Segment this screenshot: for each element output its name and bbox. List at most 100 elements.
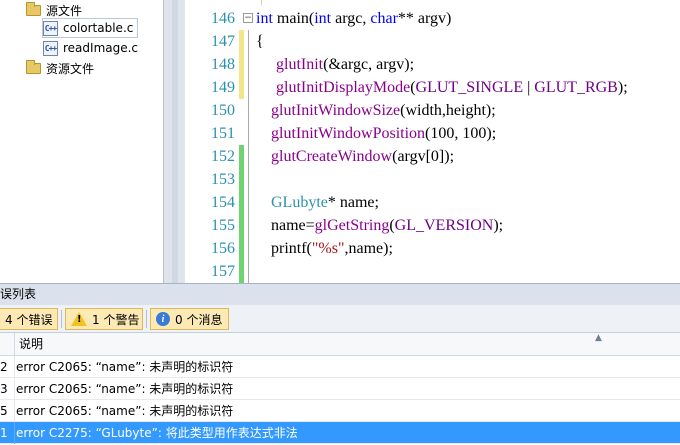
function-name: glutInitWindowPosition (271, 125, 426, 142)
error-list-title[interactable]: 误列表 (0, 283, 680, 305)
c-file-icon: C++ (43, 40, 58, 56)
code-token: name= (271, 217, 315, 234)
change-marker (239, 260, 244, 283)
code-line[interactable]: 148 glutInit(&argc, argv); (185, 53, 680, 76)
macro: GL_VERSION (394, 217, 494, 234)
collapse-toggle-icon[interactable]: − (243, 13, 253, 23)
code-text: glutInit(&argc, argv); (276, 53, 414, 76)
code-line[interactable]: 149 glutInitDisplayMode(GLUT_SINGLE | GL… (185, 76, 680, 99)
error-description: error C2065: “name”: 未声明的标识符 (16, 382, 234, 396)
tree-folder-source-files[interactable]: 源文件 (26, 0, 82, 20)
code-text: glutInitDisplayMode(GLUT_SINGLE | GLUT_R… (276, 76, 628, 99)
line-number: 151 (211, 125, 235, 142)
column-divider (14, 422, 15, 444)
change-marker (239, 168, 244, 191)
errors-filter-label: 4 个错误 (5, 312, 53, 327)
code-token: main( (272, 10, 315, 27)
error-row[interactable]: 2 error C2065: “name”: 未声明的标识符 (0, 356, 680, 378)
line-number: 154 (211, 194, 235, 211)
error-row[interactable]: 3 error C2065: “name”: 未声明的标识符 (0, 378, 680, 400)
code-token: ,name); (344, 240, 393, 257)
line-number: 149 (211, 79, 235, 96)
code-token: argc, (331, 10, 371, 27)
tree-item-label: 源文件 (46, 3, 83, 18)
pane-splitter[interactable] (163, 0, 185, 283)
column-divider (14, 400, 15, 422)
code-text: glutInitWindowPosition(100, 100); (271, 122, 496, 145)
description-column-header[interactable]: 说明 (19, 333, 43, 356)
line-number: 156 (211, 240, 235, 257)
code-line[interactable]: 156 printf("%s",name); (185, 237, 680, 260)
macro: GLUT_RGB (534, 79, 618, 96)
messages-filter-button[interactable]: i 0 个消息 (150, 308, 229, 330)
line-number: 148 (211, 56, 235, 73)
error-list-panel: 误列表 4 个错误 ! 1 个警告 i 0 个消息 说明 ▲ 2 error C… (0, 283, 680, 445)
change-marker (239, 53, 244, 76)
code-token: * name; (327, 194, 379, 211)
code-line[interactable]: 155 name=glGetString(GL_VERSION); (185, 214, 680, 237)
change-marker (239, 214, 244, 237)
column-divider (14, 356, 15, 378)
warnings-filter-label: 1 个警告 (92, 312, 140, 327)
error-list-toolbar: 4 个错误 ! 1 个警告 i 0 个消息 (0, 305, 680, 333)
error-number: 1 (0, 426, 8, 440)
code-text: printf("%s",name); (271, 237, 393, 260)
line-number: 152 (211, 148, 235, 165)
line-number: 146 (211, 10, 235, 27)
function-name: glutInitWindowSize (271, 102, 401, 119)
sort-arrow-icon: ▲ (595, 333, 602, 343)
code-line[interactable]: 151 glutInitWindowPosition(100, 100); (185, 122, 680, 145)
error-list-header: 说明 ▲ (0, 333, 680, 356)
error-number: 5 (0, 404, 8, 418)
code-token: ** argv) (397, 10, 452, 27)
warning-icon: ! (71, 312, 87, 326)
tree-folder-resource-files[interactable]: 资源文件 (26, 58, 94, 78)
code-line[interactable]: 157 (185, 260, 680, 283)
code-line[interactable]: 154 GLubyte* name; (185, 191, 680, 214)
tree-file-colortable[interactable]: C++ colortable.c (42, 18, 139, 38)
code-line[interactable]: 153 (185, 168, 680, 191)
errors-filter-button[interactable]: 4 个错误 (0, 308, 58, 330)
change-marker (239, 76, 244, 99)
fold-guide (261, 0, 267, 5)
column-divider (14, 378, 15, 400)
code-line[interactable]: 146 − int main(int argc, char** argv) (185, 7, 680, 30)
code-token: (100, 100); (425, 125, 497, 142)
tree-file-readimage[interactable]: C++ readImage.c (43, 38, 138, 58)
error-row-selected[interactable]: 1 error C2275: “GLubyte”: 将此类型用作表达式非法 (0, 422, 680, 444)
code-line[interactable]: 150 glutInitWindowSize(width,height); (185, 99, 680, 122)
code-text: glutInitWindowSize(width,height); (271, 99, 496, 122)
code-text: { (256, 33, 264, 50)
column-divider[interactable] (14, 333, 15, 356)
line-number: 157 (211, 263, 235, 280)
change-marker (239, 145, 244, 168)
change-marker (239, 30, 244, 53)
function-name: glutCreateWindow (271, 148, 393, 165)
code-token: ); (617, 79, 628, 96)
keyword: int (314, 10, 332, 27)
code-text: name=glGetString(GL_VERSION); (271, 214, 503, 237)
tree-item-label: colortable.c (63, 21, 134, 35)
warnings-filter-button[interactable]: ! 1 个警告 (65, 308, 143, 330)
tree-item-label: 资源文件 (46, 61, 95, 76)
code-token: (&argc, argv); (323, 56, 415, 73)
error-number: 2 (0, 360, 8, 374)
type-name: GLubyte (271, 194, 328, 211)
keyword: char (370, 10, 398, 27)
code-text: int main(int argc, char** argv) (256, 7, 451, 30)
code-token: | (523, 79, 535, 96)
error-description: error C2275: “GLubyte”: 将此类型用作表达式非法 (16, 426, 298, 440)
folder-icon (26, 59, 41, 74)
error-description: error C2065: “name”: 未声明的标识符 (16, 404, 234, 418)
toolbar-separator (146, 310, 147, 328)
code-line[interactable]: 147 { (185, 30, 680, 53)
code-line[interactable]: 152 glutCreateWindow(argv[0]); (185, 145, 680, 168)
code-text: GLubyte* name; (271, 191, 379, 214)
line-number: 147 (211, 33, 235, 50)
error-row[interactable]: 5 error C2065: “name”: 未声明的标识符 (0, 400, 680, 422)
code-token: printf( (271, 240, 312, 257)
function-name: glGetString (314, 217, 390, 234)
line-number: 155 (211, 217, 235, 234)
change-marker (239, 191, 244, 214)
code-editor[interactable]: 146 − int main(int argc, char** argv) 14… (185, 0, 680, 283)
